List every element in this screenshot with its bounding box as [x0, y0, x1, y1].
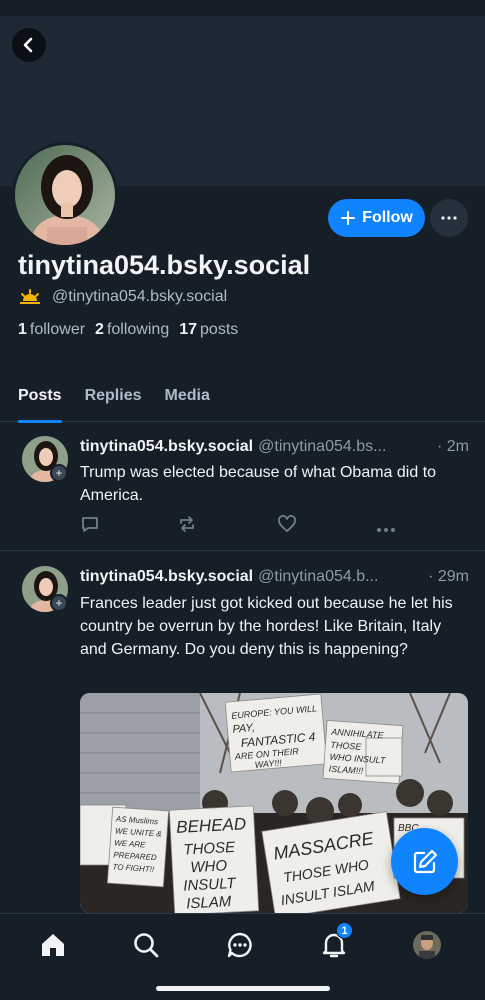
svg-text:THOSE: THOSE — [183, 839, 236, 859]
post-timestamp[interactable]: · 29m — [428, 568, 469, 586]
status-bar — [0, 0, 485, 16]
following-stat[interactable]: 2 following — [95, 321, 169, 339]
profile-more-button[interactable] — [430, 199, 468, 237]
home-icon — [42, 934, 64, 956]
post-author-handle[interactable]: @tinytina054.bs... — [258, 438, 431, 456]
plus-icon — [341, 211, 356, 225]
profile-display-name: tinytina054.bsky.social — [18, 250, 311, 280]
nav-search[interactable] — [131, 930, 161, 960]
nav-notifications[interactable]: 1 — [319, 922, 353, 960]
nav-home[interactable] — [38, 930, 68, 960]
chat-icon — [227, 932, 252, 958]
search-icon — [134, 933, 159, 958]
post-header: tinytina054.bsky.social @tinytina054.bs.… — [80, 438, 469, 456]
post-header: tinytina054.bsky.social @tinytina054.b..… — [80, 568, 469, 586]
svg-text:WHO: WHO — [190, 857, 228, 876]
post-actions — [80, 514, 400, 536]
profile-handle-row: @tinytina054.bsky.social — [18, 288, 227, 306]
back-button[interactable] — [12, 28, 46, 62]
repost-icon[interactable] — [177, 514, 197, 539]
chevron-left-icon — [23, 37, 33, 53]
post-author-handle[interactable]: @tinytina054.b... — [258, 568, 422, 586]
post-author-name[interactable]: tinytina054.bsky.social — [80, 438, 253, 456]
compose-icon — [413, 849, 437, 873]
profile-avatar[interactable] — [12, 142, 118, 248]
post-author-name[interactable]: tinytina054.bsky.social — [80, 568, 253, 586]
post-timestamp[interactable]: · 2m — [437, 438, 469, 456]
followers-stat[interactable]: 1 follower — [18, 321, 85, 339]
home-indicator — [156, 986, 330, 991]
follow-author-badge[interactable]: + — [50, 594, 68, 612]
post-text: Frances leader just got kicked out becau… — [80, 595, 453, 658]
svg-text:BEHEAD: BEHEAD — [176, 814, 247, 837]
heart-icon[interactable] — [277, 514, 297, 539]
svg-text:ISLAM: ISLAM — [186, 893, 232, 912]
nav-chat[interactable] — [225, 930, 255, 960]
post-more-icon[interactable] — [376, 520, 396, 538]
follow-label: Follow — [362, 209, 413, 226]
tab-media[interactable]: Media — [165, 378, 210, 422]
profile-tabs: Posts Replies Media — [0, 378, 485, 423]
tab-posts[interactable]: Posts — [18, 378, 62, 423]
follow-author-badge[interactable]: + — [50, 464, 68, 482]
profile-stats: 1 follower 2 following 17 posts — [18, 321, 238, 339]
profile-avatar-icon — [413, 931, 441, 959]
svg-text:INSULT: INSULT — [183, 875, 238, 895]
post-text: Trump was elected because of what Obama … — [80, 464, 437, 504]
compose-button[interactable] — [391, 828, 458, 895]
sunrise-emoji-icon — [20, 289, 40, 304]
nav-profile-avatar[interactable] — [412, 930, 442, 960]
profile-handle: @tinytina054.bsky.social — [52, 288, 228, 305]
posts-stat: 17 posts — [179, 321, 239, 338]
follow-button[interactable]: Follow — [328, 199, 425, 237]
ellipsis-icon — [441, 216, 457, 220]
profile-avatar-image — [15, 145, 115, 245]
tab-replies[interactable]: Replies — [85, 378, 142, 422]
notification-count-badge: 1 — [336, 922, 353, 939]
svg-text:PAY,: PAY, — [232, 722, 255, 736]
reply-icon[interactable] — [80, 514, 100, 539]
